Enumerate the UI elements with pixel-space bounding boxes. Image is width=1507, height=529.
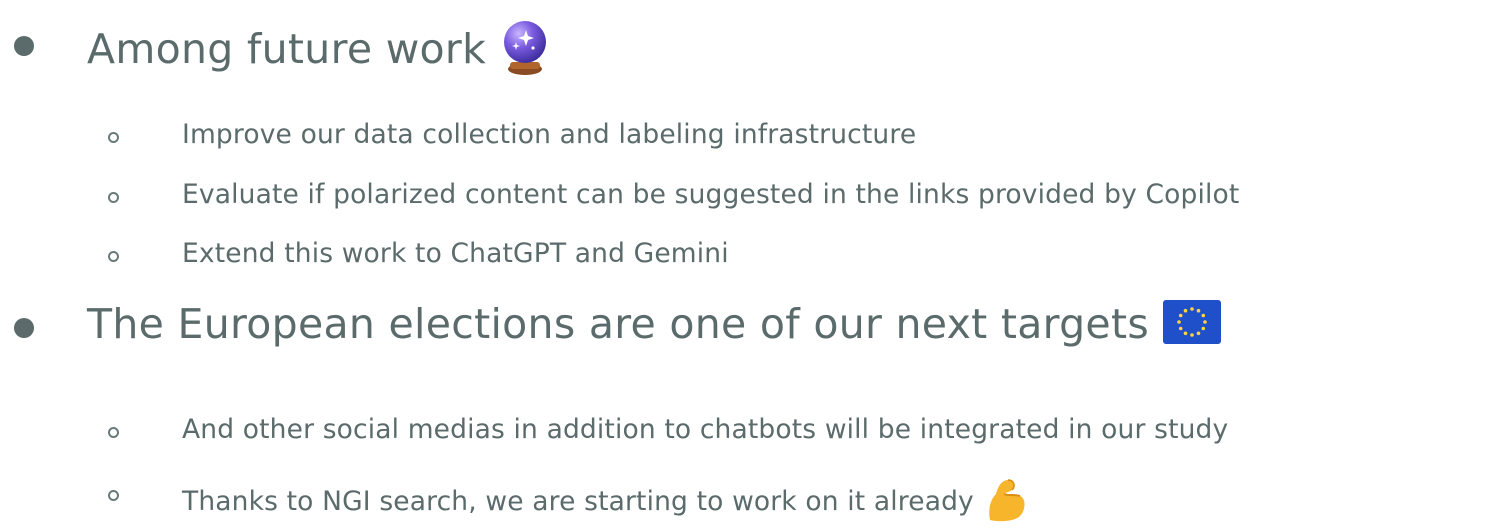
item-text: Improve our data collection and labeling…: [182, 119, 917, 150]
list-item: Extend this work to ChatGPT and Gemini: [0, 238, 1507, 276]
bullet-item-future-work: Among future work: [0, 14, 1507, 78]
bullet-ring: [108, 427, 119, 438]
item-text: Among future work: [87, 25, 487, 73]
bullet-ring: [108, 132, 119, 143]
bullet-ring: [108, 192, 119, 203]
item-text: And other social medias in addition to c…: [182, 414, 1229, 445]
item-text: The European elections are one of our ne…: [87, 300, 1149, 348]
bullet-ring: [108, 490, 119, 501]
item-text: Evaluate if polarized content can be sug…: [182, 179, 1240, 210]
bullet-dot: [14, 36, 34, 56]
item-text: Extend this work to ChatGPT and Gemini: [182, 238, 729, 269]
list-item: Evaluate if polarized content can be sug…: [0, 179, 1507, 217]
slide: Among future work Improve our data colle…: [0, 0, 1507, 529]
list-item: And other social medias in addition to c…: [0, 414, 1507, 452]
list-item: Improve our data collection and labeling…: [0, 119, 1507, 157]
bullet-item-european-elections: The European elections are one of our ne…: [0, 296, 1507, 360]
list-item: Thanks to NGI search, we are starting to…: [0, 474, 1507, 522]
flexed-biceps-icon: [984, 476, 1028, 529]
eu-flag-icon: [1162, 300, 1221, 354]
item-text: Thanks to NGI search, we are starting to…: [182, 486, 974, 517]
bullet-dot: [14, 318, 34, 338]
bullet-ring: [108, 251, 119, 262]
crystal-ball-icon: [500, 18, 550, 86]
